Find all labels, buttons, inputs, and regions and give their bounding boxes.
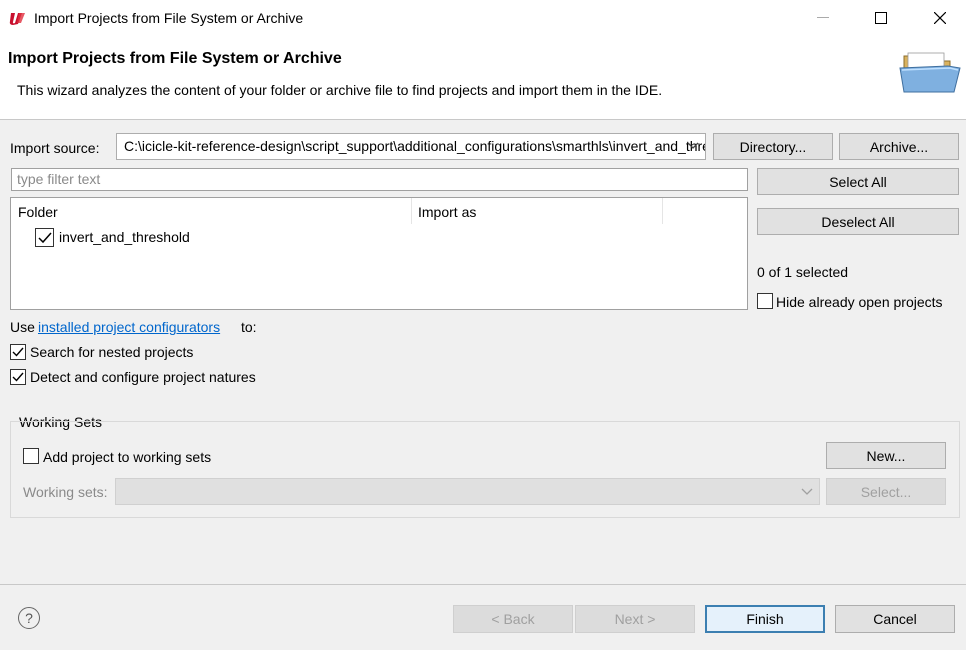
chevron-down-icon: [687, 142, 699, 149]
wizard-banner: [0, 36, 966, 120]
hide-open-checkbox[interactable]: [757, 293, 773, 309]
working-sets-label: Working sets:: [23, 484, 108, 500]
checkmark-icon: [12, 347, 24, 357]
directory-button[interactable]: Directory...: [713, 133, 833, 160]
close-icon: [934, 12, 946, 24]
import-source-value: C:\icicle-kit-reference-design\script_su…: [124, 138, 706, 154]
working-sets-combo[interactable]: [115, 478, 820, 505]
checkmark-icon: [12, 372, 24, 382]
select-all-button[interactable]: Select All: [757, 168, 959, 195]
projects-table[interactable]: Folder Import as invert_and_threshold: [10, 197, 748, 310]
project-natures-checkbox[interactable]: [10, 369, 26, 385]
filter-input[interactable]: type filter text: [11, 168, 748, 191]
cancel-button[interactable]: Cancel: [835, 605, 955, 633]
wizard-description: This wizard analyzes the content of your…: [17, 82, 663, 98]
folder-open-icon: [899, 52, 961, 93]
add-to-working-sets-checkbox[interactable]: [23, 448, 39, 464]
column-header-folder[interactable]: Folder: [18, 204, 58, 220]
import-source-combo[interactable]: C:\icicle-kit-reference-design\script_su…: [116, 133, 706, 160]
row-folder-name: invert_and_threshold: [59, 229, 190, 245]
maximize-button[interactable]: [858, 0, 904, 36]
import-source-label: Import source:: [10, 140, 100, 156]
close-button[interactable]: [917, 0, 963, 36]
app-logo-icon: [9, 13, 25, 25]
back-button[interactable]: < Back: [453, 605, 573, 633]
wizard-title: Import Projects from File System or Arch…: [8, 50, 342, 67]
selection-status: 0 of 1 selected: [757, 264, 849, 280]
nested-projects-checkbox[interactable]: [10, 344, 26, 360]
column-header-import-as[interactable]: Import as: [418, 204, 476, 220]
chevron-down-icon: [801, 488, 813, 495]
deselect-all-button[interactable]: Deselect All: [757, 208, 959, 235]
title-bar: Import Projects from File System or Arch…: [0, 0, 966, 36]
column-separator: [411, 198, 412, 224]
row-checkbox[interactable]: [35, 228, 54, 247]
new-working-set-button[interactable]: New...: [826, 442, 946, 469]
minimize-icon: [817, 17, 829, 18]
checkmark-icon: [37, 232, 52, 243]
hide-open-label: Hide already open projects: [776, 294, 943, 310]
help-icon[interactable]: ?: [18, 607, 40, 629]
maximize-icon: [875, 12, 887, 24]
nested-projects-label: Search for nested projects: [30, 344, 194, 360]
finish-button[interactable]: Finish: [705, 605, 825, 633]
configurators-prefix: Use: [10, 319, 35, 335]
select-working-sets-button[interactable]: Select...: [826, 478, 946, 505]
configurators-suffix: to:: [241, 319, 257, 335]
window-title: Import Projects from File System or Arch…: [34, 10, 304, 26]
add-to-working-sets-label: Add project to working sets: [43, 449, 212, 465]
column-separator: [662, 198, 663, 224]
minimize-button[interactable]: [800, 0, 846, 36]
next-button[interactable]: Next >: [575, 605, 695, 633]
footer-separator: [0, 584, 966, 585]
project-natures-label: Detect and configure project natures: [30, 369, 256, 385]
archive-button[interactable]: Archive...: [839, 133, 959, 160]
installed-configurators-link[interactable]: installed project configurators: [38, 319, 220, 335]
